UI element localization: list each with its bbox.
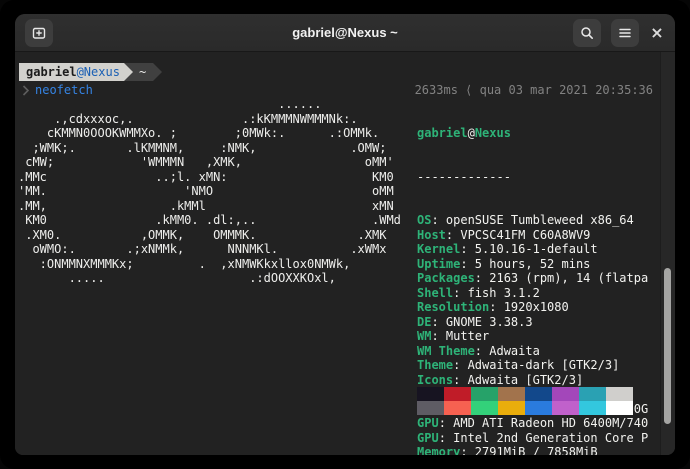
info-value: : 2791MiB / 7858MiB <box>460 445 597 455</box>
neofetch-title-host: Nexus <box>475 126 511 140</box>
ascii-art-logo: ...... .,cdxxxoc,. .:kKMMMNWMMMNk:. cKMM… <box>18 97 401 286</box>
search-icon <box>579 25 595 41</box>
color-palette <box>417 387 633 415</box>
new-tab-button[interactable] <box>25 19 53 47</box>
info-label: Host <box>417 228 446 242</box>
close-icon: × <box>650 23 663 42</box>
palette-swatch <box>606 401 633 415</box>
info-label: Resolution <box>417 300 489 314</box>
info-value: : Adwaita <box>475 344 540 358</box>
close-button[interactable]: × <box>647 23 667 43</box>
info-value: : VPCSC41FM C60A8WV9 <box>446 228 591 242</box>
info-value: : 2163 (rpm), 14 (flatpa <box>475 271 648 285</box>
prompt-hostname: @Nexus <box>77 65 120 80</box>
palette-swatch <box>417 387 444 401</box>
palette-swatch <box>498 387 525 401</box>
info-label: GPU <box>417 431 439 445</box>
info-label: Uptime <box>417 257 460 271</box>
prompt-user-host-segment: gabriel@Nexus <box>19 63 124 81</box>
neofetch-info-row: GPU: Intel 2nd Generation Core P <box>417 431 663 446</box>
palette-row <box>417 401 633 415</box>
neofetch-underline: ------------- <box>417 170 663 185</box>
neofetch-info-row: WM Theme: Adwaita <box>417 344 663 359</box>
shell-prompt: gabriel@Nexus ~ <box>19 63 162 81</box>
search-button[interactable] <box>573 19 601 47</box>
palette-row <box>417 387 633 401</box>
scrollbar-thumb[interactable] <box>664 268 671 424</box>
neofetch-info-row: Packages: 2163 (rpm), 14 (flatpa <box>417 271 663 286</box>
info-value: : fish 3.1.2 <box>453 286 540 300</box>
new-tab-icon <box>31 25 47 41</box>
typed-command: neofetch <box>35 83 93 98</box>
terminal-screen[interactable]: gabriel@Nexus ~ neofetch 2633ms ⟨ qua 03… <box>15 52 675 455</box>
neofetch-title-at: @ <box>468 126 475 140</box>
palette-swatch <box>417 401 444 415</box>
palette-swatch <box>444 387 471 401</box>
info-label: GPU <box>417 416 439 430</box>
info-label: Icons <box>417 373 453 387</box>
info-value: : 1920x1080 <box>489 300 568 314</box>
palette-swatch <box>579 401 606 415</box>
info-value: : GNOME 3.38.3 <box>431 315 532 329</box>
info-value: : AMD ATI Radeon HD 6400M/740 <box>439 416 649 430</box>
info-value: : 5.10.16-1-default <box>460 242 597 256</box>
neofetch-info-row: DE: GNOME 3.38.3 <box>417 315 663 330</box>
palette-swatch <box>444 401 471 415</box>
info-value: : Adwaita-dark [GTK2/3] <box>453 358 619 372</box>
palette-swatch <box>579 387 606 401</box>
info-label: Packages <box>417 271 475 285</box>
info-label: Memory <box>417 445 460 455</box>
info-value: : Mutter <box>431 329 489 343</box>
powerline-arrow-icon <box>124 63 133 81</box>
neofetch-info-row: WM: Mutter <box>417 329 663 344</box>
prompt-right-status: 2633ms ⟨ qua 03 mar 2021 20:35:36 <box>415 83 653 98</box>
prompt-cwd: ~ <box>139 65 146 80</box>
terminal-window: gabriel@Nexus ~ <box>15 14 675 455</box>
palette-swatch <box>552 387 579 401</box>
neofetch-title-user: gabriel <box>417 126 468 140</box>
info-label: DE <box>417 315 431 329</box>
neofetch-info-row: Theme: Adwaita-dark [GTK2/3] <box>417 358 663 373</box>
headerbar[interactable]: gabriel@Nexus ~ <box>15 14 675 52</box>
info-label: WM Theme <box>417 344 475 358</box>
scrollbar-track[interactable] <box>660 52 675 455</box>
neofetch-title: gabriel@Nexus <box>417 126 663 141</box>
palette-swatch <box>471 401 498 415</box>
info-label: Theme <box>417 358 453 372</box>
neofetch-info-row: Resolution: 1920x1080 <box>417 300 663 315</box>
menu-button[interactable] <box>611 19 639 47</box>
neofetch-info-row: Shell: fish 3.1.2 <box>417 286 663 301</box>
neofetch-info-row: Icons: Adwaita [GTK2/3] <box>417 373 663 388</box>
info-label: Shell <box>417 286 453 300</box>
hamburger-menu-icon <box>618 27 632 39</box>
prompt-username: gabriel <box>26 65 77 80</box>
palette-swatch <box>552 401 579 415</box>
info-value: : openSUSE Tumbleweed x86_64 <box>431 213 633 227</box>
neofetch-info-rows: OS: openSUSE Tumbleweed x86_64Host: VPCS… <box>417 213 663 455</box>
info-label: WM <box>417 329 431 343</box>
neofetch-info-row: Uptime: 5 hours, 52 mins <box>417 257 663 272</box>
prompt-cwd-segment: ~ <box>133 63 153 81</box>
palette-swatch <box>498 401 525 415</box>
info-value: : Intel 2nd Generation Core P <box>439 431 649 445</box>
palette-swatch <box>525 401 552 415</box>
powerline-arrow-icon <box>153 63 162 81</box>
info-label: Kernel <box>417 242 460 256</box>
neofetch-info-row: GPU: AMD ATI Radeon HD 6400M/740 <box>417 416 663 431</box>
info-value: : 5 hours, 52 mins <box>460 257 590 271</box>
neofetch-info-row: OS: openSUSE Tumbleweed x86_64 <box>417 213 663 228</box>
neofetch-info-row: Kernel: 5.10.16-1-default <box>417 242 663 257</box>
palette-swatch <box>606 387 633 401</box>
info-label: OS <box>417 213 431 227</box>
neofetch-info-row: Memory: 2791MiB / 7858MiB <box>417 445 663 455</box>
info-value: : Adwaita [GTK2/3] <box>453 373 583 387</box>
palette-swatch <box>525 387 552 401</box>
palette-swatch <box>471 387 498 401</box>
neofetch-info-row: Host: VPCSC41FM C60A8WV9 <box>417 228 663 243</box>
